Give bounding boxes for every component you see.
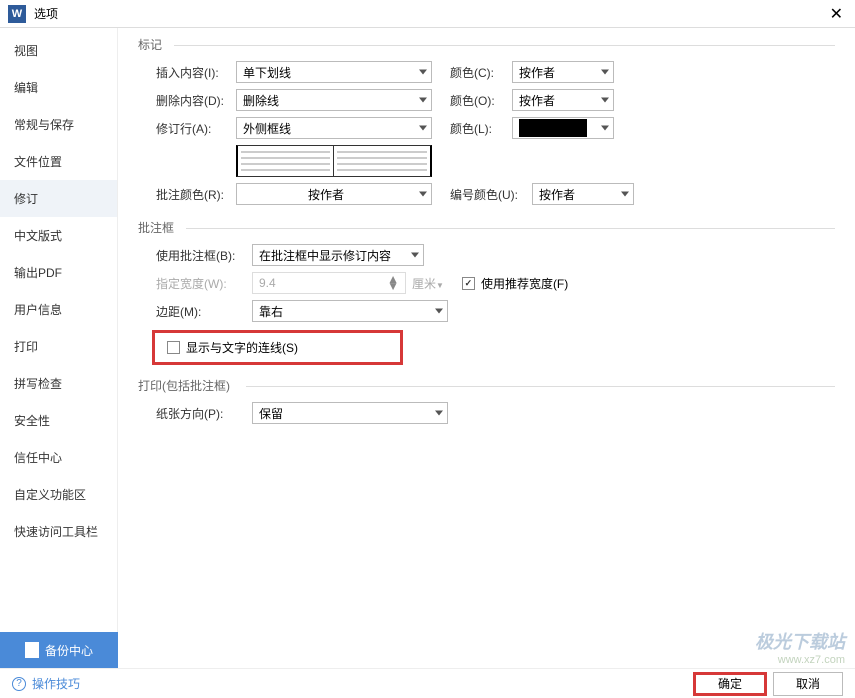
recommend-width-checkbox[interactable]	[462, 277, 475, 290]
sidebar-item-revision[interactable]: 修订	[0, 180, 117, 217]
width-spinner: 9.4 ▲▼	[252, 272, 406, 294]
color-o-label: 颜色(O):	[450, 92, 512, 109]
sidebar-item-chinese-layout[interactable]: 中文版式	[0, 217, 117, 254]
sidebar-item-print[interactable]: 打印	[0, 328, 117, 365]
question-icon: ?	[12, 677, 26, 691]
color-l-dropdown[interactable]	[512, 117, 614, 139]
cancel-button[interactable]: 取消	[773, 672, 843, 696]
sidebar-item-custom-ribbon[interactable]: 自定义功能区	[0, 476, 117, 513]
paper-dir-label: 纸张方向(P):	[156, 405, 252, 422]
group-print-title: 打印(包括批注框)	[138, 377, 835, 394]
group-mark-title: 标记	[138, 36, 835, 53]
document-icon	[25, 642, 39, 658]
content-panel: 标记 插入内容(I): 单下划线 颜色(C): 按作者 删除内容(D): 删除线…	[118, 28, 855, 662]
revision-preview	[236, 145, 835, 177]
delete-content-label: 删除内容(D):	[156, 92, 236, 109]
delete-content-dropdown[interactable]: 删除线	[236, 89, 432, 111]
app-icon: W	[8, 5, 26, 23]
sidebar: 视图 编辑 常规与保存 文件位置 修订 中文版式 输出PDF 用户信息 打印 拼…	[0, 28, 118, 662]
margin-dropdown[interactable]: 靠右	[252, 300, 448, 322]
color-c-dropdown[interactable]: 按作者	[512, 61, 614, 83]
insert-content-label: 插入内容(I):	[156, 64, 236, 81]
width-label: 指定宽度(W):	[156, 275, 252, 292]
group-balloon-title: 批注框	[138, 219, 835, 236]
width-unit: 厘米▼	[412, 275, 444, 292]
sidebar-item-edit[interactable]: 编辑	[0, 69, 117, 106]
comment-color-label: 批注颜色(R):	[156, 186, 236, 203]
recommend-width-label: 使用推荐宽度(F)	[481, 275, 568, 292]
sidebar-item-file-location[interactable]: 文件位置	[0, 143, 117, 180]
comment-color-dropdown[interactable]: 按作者	[236, 183, 432, 205]
color-c-label: 颜色(C):	[450, 64, 512, 81]
tips-link[interactable]: ? 操作技巧	[12, 675, 80, 692]
insert-content-dropdown[interactable]: 单下划线	[236, 61, 432, 83]
sidebar-item-quick-access[interactable]: 快速访问工具栏	[0, 513, 117, 550]
paper-dir-dropdown[interactable]: 保留	[252, 402, 448, 424]
sidebar-item-spellcheck[interactable]: 拼写检查	[0, 365, 117, 402]
sidebar-item-security[interactable]: 安全性	[0, 402, 117, 439]
sidebar-item-trust-center[interactable]: 信任中心	[0, 439, 117, 476]
color-l-label: 颜色(L):	[450, 120, 512, 137]
show-line-label: 显示与文字的连线(S)	[186, 339, 298, 356]
close-icon[interactable]: ✕	[826, 4, 847, 24]
revision-line-label: 修订行(A):	[156, 120, 236, 137]
color-o-dropdown[interactable]: 按作者	[512, 89, 614, 111]
ok-button[interactable]: 确定	[693, 672, 767, 696]
highlighted-checkbox-area: 显示与文字的连线(S)	[152, 330, 403, 365]
sidebar-item-general-save[interactable]: 常规与保存	[0, 106, 117, 143]
use-balloon-dropdown[interactable]: 在批注框中显示修订内容	[252, 244, 424, 266]
sidebar-item-user-info[interactable]: 用户信息	[0, 291, 117, 328]
num-color-dropdown[interactable]: 按作者	[532, 183, 634, 205]
num-color-label: 编号颜色(U):	[450, 186, 532, 203]
show-line-checkbox[interactable]	[167, 341, 180, 354]
watermark: 极光下载站 www.xz7.com	[755, 628, 845, 666]
window-title: 选项	[34, 5, 826, 22]
color-swatch-black	[519, 119, 587, 137]
revision-line-dropdown[interactable]: 外侧框线	[236, 117, 432, 139]
use-balloon-label: 使用批注框(B):	[156, 247, 252, 264]
sidebar-item-view[interactable]: 视图	[0, 32, 117, 69]
sidebar-item-output-pdf[interactable]: 输出PDF	[0, 254, 117, 291]
margin-label: 边距(M):	[156, 303, 252, 320]
backup-center-button[interactable]: 备份中心	[0, 632, 118, 668]
